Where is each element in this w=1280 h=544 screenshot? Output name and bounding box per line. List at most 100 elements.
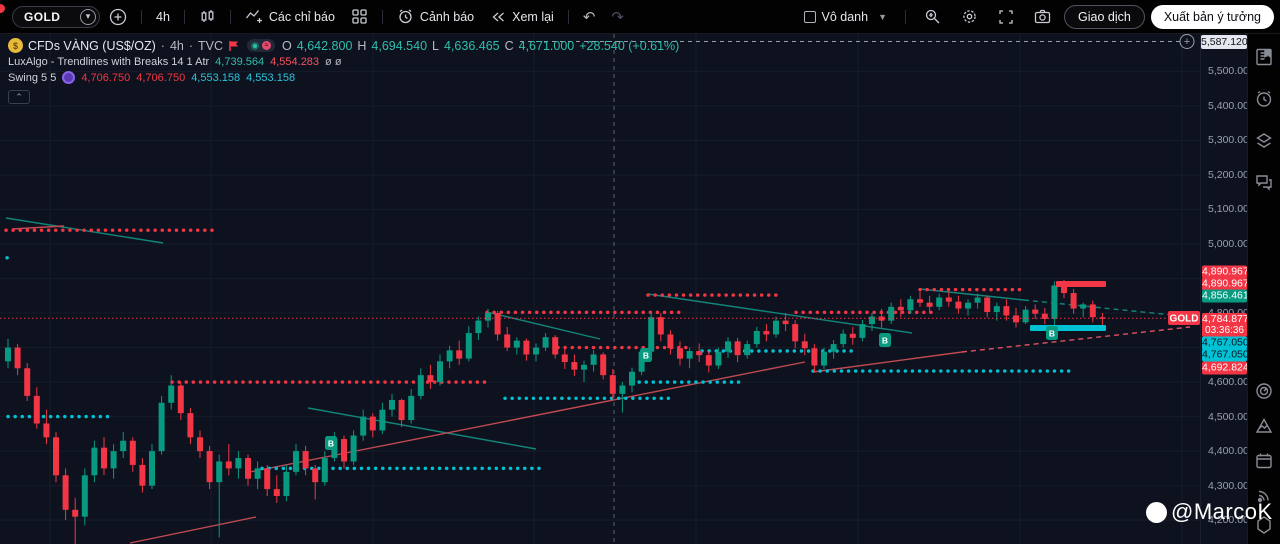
indicator-2-name[interactable]: Swing 5 5 (8, 72, 56, 84)
indicator-2-value-3: 4,553.158 (191, 71, 241, 84)
candle-body (590, 354, 597, 365)
indicator-1-name[interactable]: LuxAlgo - Trendlines with Breaks 14 1 At… (8, 56, 209, 68)
camera-icon (1034, 9, 1051, 24)
indicator-templates-button[interactable] (344, 4, 375, 30)
fullscreen-button[interactable] (991, 4, 1021, 30)
undo-button[interactable]: ↶ (576, 4, 603, 30)
candle-body (1070, 293, 1077, 309)
price-tick: 5,000.000 (1208, 238, 1255, 250)
indicators-icon (245, 10, 262, 23)
legend-interval[interactable]: 4h (170, 39, 184, 53)
chart-style-button[interactable] (192, 4, 223, 30)
candle-body (293, 451, 299, 472)
user-menu[interactable]: Vô danh ▼ (797, 4, 895, 30)
watchlist-icon[interactable] (1248, 42, 1280, 72)
ideas-mountain-icon[interactable] (1248, 411, 1280, 441)
candle-body (437, 361, 443, 383)
b-badge-text: B (643, 351, 649, 361)
gold-coin-icon: $ (8, 38, 23, 53)
legend-collapse-button[interactable]: ⌃ (8, 90, 30, 104)
b-badge-text: B (328, 439, 334, 449)
chat-icon[interactable] (1248, 167, 1280, 197)
price-tick: 4,500.000 (1208, 410, 1255, 423)
candle-body (24, 368, 31, 396)
candle-body (705, 355, 712, 366)
candle-body (33, 395, 40, 424)
candle-body (389, 400, 395, 410)
object-tree-icon[interactable] (1248, 126, 1280, 156)
symbol-dropdown-icon[interactable]: ▾ (80, 8, 96, 25)
legend-exchange: TVC (198, 38, 224, 53)
candle-body (1022, 309, 1029, 323)
interval-button[interactable]: 4h (149, 4, 177, 30)
redo-button[interactable]: ↷ (604, 4, 631, 30)
candle-body (917, 299, 923, 303)
visibility-dot-icon[interactable] (251, 41, 260, 50)
gear-icon (963, 10, 976, 23)
candle-body (206, 451, 213, 483)
candle-body (1003, 306, 1010, 316)
indicator-2-value-4: 4,553.158 (246, 71, 296, 84)
chart-canvas[interactable]: B B B B + GOLD (0, 34, 1200, 544)
candle-body (43, 423, 50, 438)
replay-label: Xem lại (512, 9, 554, 24)
candle-body (955, 301, 962, 309)
red-trendline (129, 516, 257, 544)
candle-body (1051, 285, 1058, 319)
candle-body (465, 333, 472, 359)
candle-body (456, 350, 463, 359)
indicator-1-empty-values: ø ø (325, 56, 342, 68)
candle-body (120, 440, 127, 452)
indicators-button[interactable]: Các chỉ báo (238, 4, 342, 30)
scanner-gauge-icon[interactable] (1248, 376, 1280, 406)
alert-price-label[interactable]: 5,587.120 (1201, 35, 1248, 49)
settings-button[interactable] (954, 4, 985, 30)
candle-body (993, 306, 1000, 313)
indicator-price-badge: 4,856.461 (1202, 289, 1249, 303)
alert-create-button[interactable]: Cảnh báo (390, 4, 481, 30)
indicators-label: Các chỉ báo (268, 9, 335, 24)
grid-layout-icon (352, 9, 367, 24)
flag-icon[interactable] (228, 40, 240, 52)
candle-body (187, 413, 194, 438)
candle-body (504, 334, 511, 348)
screenshot-button[interactable] (1027, 4, 1058, 30)
replay-button[interactable]: Xem lại (483, 4, 561, 30)
symbol-title[interactable]: CFDs VÀNG (US$/OZ) (28, 39, 156, 53)
calendar-icon[interactable] (1248, 446, 1280, 476)
price-scale[interactable]: 5,500.000 5,400.000 5,300.000 5,200.000 5,10… (1200, 34, 1255, 544)
settings-lines-icon[interactable]: ≈ (262, 41, 272, 50)
candle-body (197, 437, 203, 452)
gold-price-tag-text: GOLD (1170, 314, 1199, 325)
candle-body (629, 371, 635, 386)
candle-body (581, 364, 587, 370)
candle-body (715, 351, 722, 366)
teal-trendline (486, 311, 601, 340)
indicator-toggles[interactable]: ≈ (247, 39, 276, 52)
candle-body (1013, 315, 1019, 323)
trade-button[interactable]: Giao dịch (1064, 4, 1145, 29)
alert-clock-icon[interactable] (1248, 84, 1280, 114)
quick-search-button[interactable] (917, 4, 948, 30)
candle-body (408, 395, 415, 421)
breakout-bar (1030, 325, 1106, 331)
facebook-icon: f (1146, 501, 1167, 523)
candle-body (254, 468, 261, 479)
candle-body (696, 351, 703, 356)
ohlc-open: 4,642.800 (296, 38, 353, 53)
candle-body (350, 435, 357, 462)
interval-label: 4h (156, 9, 170, 24)
indicator-2-value-1: 4,706.750 (81, 71, 131, 84)
candle-body (830, 344, 837, 352)
countdown-timer: 03:36:36 (1205, 325, 1244, 336)
search-icon (925, 9, 940, 24)
price-tick: 5,400.000 (1208, 99, 1255, 112)
chevron-down-icon: ▼ (878, 11, 887, 22)
watermark-handle: @MarcoK (1171, 499, 1273, 524)
candle-body (657, 317, 664, 335)
symbol-search-box[interactable]: GOLD ▾ (12, 5, 100, 28)
candle-body (177, 385, 184, 414)
candle-body (821, 351, 827, 366)
compare-add-button[interactable] (102, 4, 134, 30)
publish-idea-button[interactable]: Xuất bản ý tưởng (1150, 4, 1274, 29)
